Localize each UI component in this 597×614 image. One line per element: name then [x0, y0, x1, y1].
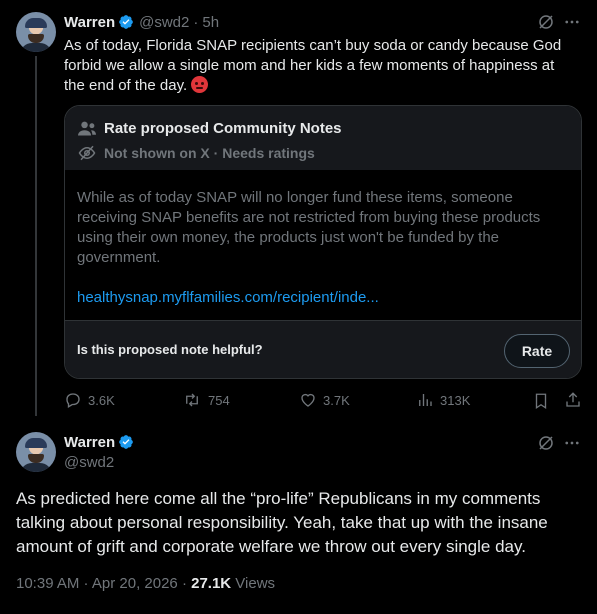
like-count: 3.7K	[323, 392, 350, 408]
avatar[interactable]	[16, 12, 56, 52]
people-icon	[77, 120, 97, 138]
views-label: Views	[231, 575, 276, 592]
verified-badge-icon	[118, 434, 134, 450]
helpful-question: Is this proposed note helpful?	[77, 342, 263, 357]
community-note-title[interactable]: Rate proposed Community Notes	[104, 120, 342, 137]
rate-button[interactable]: Rate	[504, 334, 570, 368]
post-timestamp: 10:39 AM · Apr 20, 2026 · 27.1K Views	[16, 575, 275, 592]
grok-icon[interactable]	[537, 434, 555, 452]
verified-badge-icon	[118, 14, 134, 30]
repost-count: 754	[208, 392, 230, 408]
separator: ·	[193, 13, 199, 31]
community-note-status: Not shown on X · Needs ratings	[104, 145, 315, 161]
more-icon[interactable]	[563, 434, 581, 452]
author-name[interactable]: Warren	[64, 434, 115, 451]
community-note-card: Rate proposed Community Notes Not shown …	[64, 105, 582, 379]
timestamp-text[interactable]: 10:39 AM · Apr 20, 2026 ·	[16, 575, 191, 592]
eye-off-icon	[77, 144, 97, 162]
reply-button[interactable]: 3.6K	[64, 391, 115, 409]
avatar[interactable]	[16, 432, 56, 472]
like-button[interactable]: 3.7K	[299, 391, 350, 409]
community-note-footer: Is this proposed note helpful? Rate	[65, 320, 581, 378]
like-icon	[301, 393, 315, 407]
tweet-header: Warren @swd2 · 5h	[64, 12, 219, 32]
views-button[interactable]: 313K	[416, 391, 470, 409]
views-count: 27.1K	[191, 575, 232, 592]
tweet-header: Warren	[64, 432, 134, 452]
community-note-header: Rate proposed Community Notes Not shown …	[65, 106, 581, 170]
repost-icon	[186, 393, 198, 407]
post-time[interactable]: 5h	[202, 14, 219, 31]
share-icon[interactable]	[564, 391, 582, 409]
thread-line	[35, 56, 37, 416]
more-icon[interactable]	[563, 13, 581, 31]
tweet-text: As predicted here come all the “pro-life…	[16, 489, 548, 556]
reply-count: 3.6K	[88, 392, 115, 408]
reply-icon	[66, 393, 80, 408]
community-note-body: While as of today SNAP will no longer fu…	[77, 189, 541, 266]
author-name[interactable]: Warren	[64, 14, 115, 31]
bookmark-icon[interactable]	[533, 392, 549, 410]
angry-face-icon	[191, 76, 209, 93]
author-handle[interactable]: @swd2	[64, 454, 114, 471]
tweet-text-content: As of today, Florida SNAP recipients can…	[64, 37, 562, 94]
grok-icon[interactable]	[537, 13, 555, 31]
views-count: 313K	[440, 392, 471, 408]
author-handle[interactable]: @swd2	[139, 14, 189, 31]
community-note-link[interactable]: healthysnap.myflfamilies.com/recipient/i…	[77, 289, 379, 306]
tweet-text: As of today, Florida SNAP recipients can…	[64, 36, 579, 96]
views-icon	[419, 394, 432, 406]
repost-button[interactable]: 754	[182, 391, 230, 409]
